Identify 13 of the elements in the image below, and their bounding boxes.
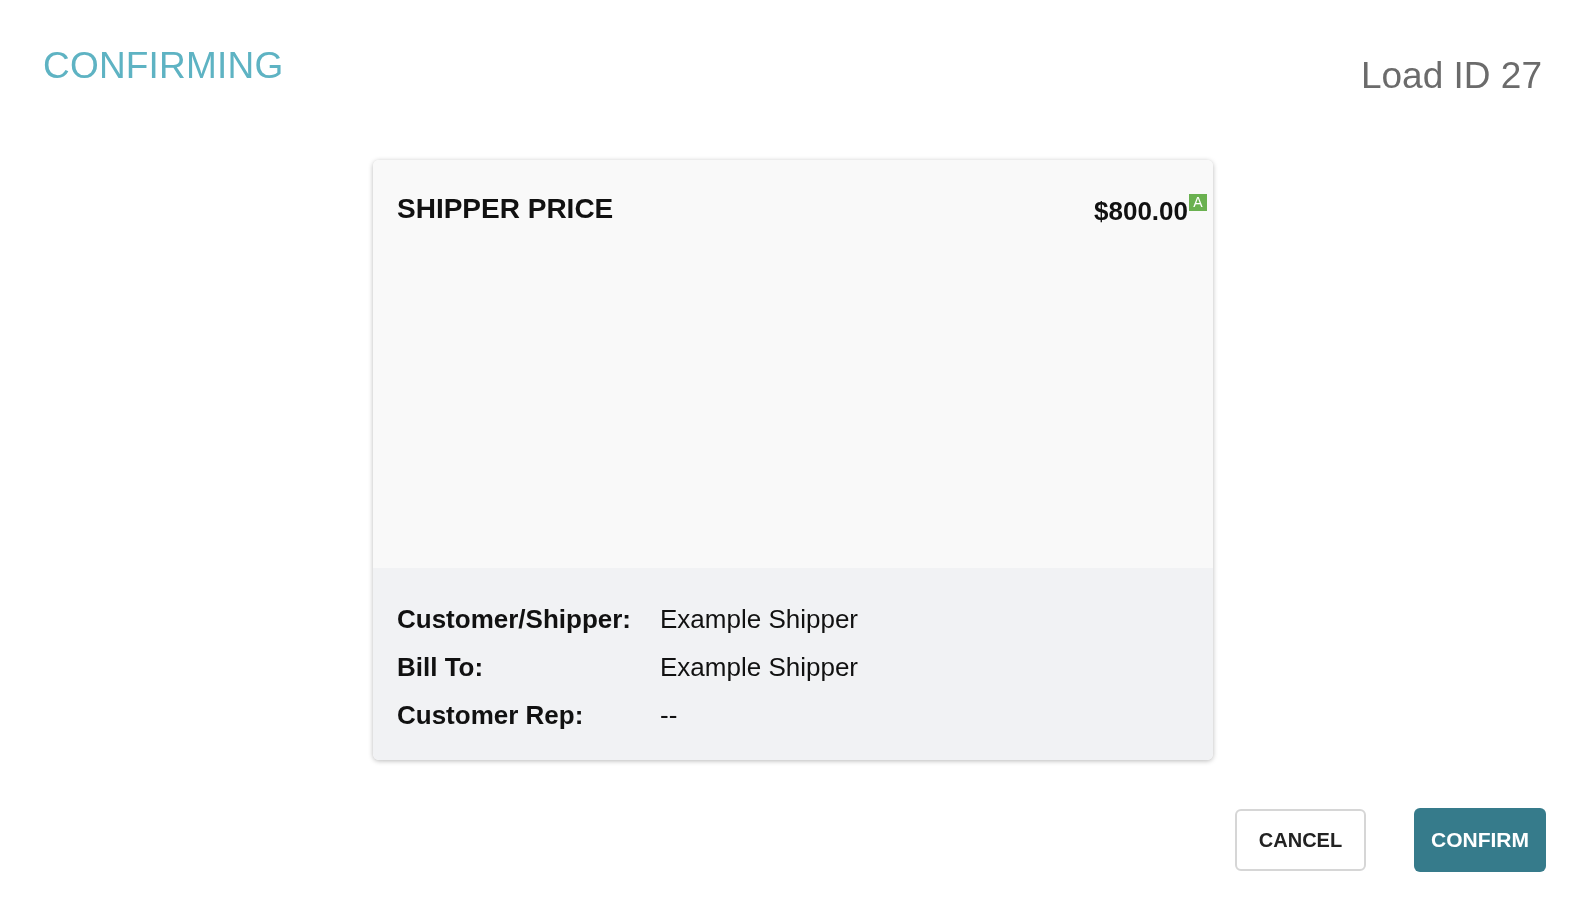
detail-value: Example Shipper	[660, 603, 858, 636]
detail-label: Bill To:	[397, 651, 485, 684]
detail-value: --	[660, 699, 678, 732]
detail-label: Customer Rep:	[397, 699, 585, 732]
cancel-button[interactable]: CANCEL	[1235, 809, 1366, 871]
page-title: CONFIRMING	[43, 44, 284, 88]
detail-label: Customer/Shipper:	[397, 603, 633, 636]
card-title: SHIPPER PRICE	[397, 192, 614, 226]
price-badge: A	[1189, 194, 1207, 211]
price-value: $800.00	[1094, 195, 1188, 228]
detail-value: Example Shipper	[660, 651, 858, 684]
confirm-button[interactable]: CONFIRM	[1414, 808, 1546, 872]
load-id-label: Load ID 27	[1360, 54, 1542, 98]
